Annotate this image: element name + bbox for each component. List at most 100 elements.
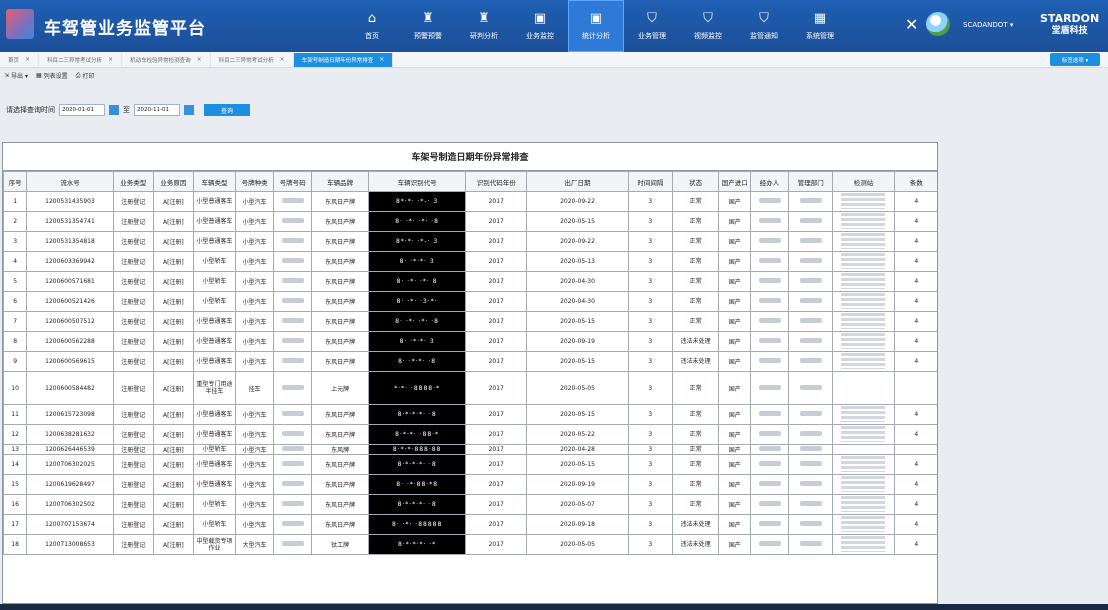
table-cell bbox=[832, 454, 895, 475]
redacted-value bbox=[799, 446, 822, 451]
nav-item-8[interactable]: ▦ 系统管理 bbox=[792, 0, 848, 52]
table-row[interactable]: 15 1200619628497 注册登记 A[注册] 小型普通客车 小型汽车 东风日产牌 8… bbox=[3, 474, 937, 495]
table-row[interactable]: 1 1200531435903 注册登记 A[注册] 小型普通客车 小型汽车 东风日产牌 8*… bbox=[3, 191, 937, 212]
column-header[interactable]: 序号 bbox=[3, 171, 28, 192]
tab-options-button[interactable]: 标签选项 ▾ bbox=[1050, 53, 1100, 66]
tab-close-icon[interactable]: × bbox=[280, 56, 285, 63]
export-icon: ⇲ bbox=[4, 72, 10, 79]
redacted-value bbox=[281, 358, 304, 363]
column-header[interactable]: 号牌种类 bbox=[235, 171, 275, 192]
table-cell: *·*· ·8888·* bbox=[368, 371, 467, 405]
nav-item-2[interactable]: ♜ 研判分析 bbox=[456, 0, 512, 52]
redacted-value bbox=[758, 278, 781, 283]
calendar-icon[interactable] bbox=[109, 105, 119, 115]
table-row[interactable]: 4 1200603369942 注册登记 A[注册] 小型轿车 小型汽车 东风日产牌 8· ·… bbox=[3, 251, 937, 272]
tab-4[interactable]: 车架号制造日期年份异常排查 × bbox=[293, 52, 394, 67]
redacted-value bbox=[799, 481, 822, 486]
table-cell: 东风日产牌 bbox=[311, 424, 370, 445]
tab-close-icon[interactable]: × bbox=[197, 56, 202, 63]
export-button[interactable]: ⇲ 导出 ▾ bbox=[4, 71, 28, 80]
tab-2[interactable]: 机动车检验异常检测查询 × bbox=[122, 52, 211, 67]
table-row[interactable]: 16 1200706302502 注册登记 A[注册] 小型轿车 小型汽车 东风日产牌 8·*… bbox=[3, 494, 937, 515]
table-cell: 国产 bbox=[718, 251, 752, 272]
close-icon[interactable]: ✕ bbox=[905, 15, 918, 34]
settings-icon: ▦ bbox=[35, 72, 42, 79]
column-header[interactable]: 号牌号码 bbox=[273, 171, 313, 192]
export-label: 导出 ▾ bbox=[11, 73, 28, 80]
table-row[interactable]: 11 1200615723098 注册登记 A[注册] 小型普通客车 小型汽车 东风日产牌 8… bbox=[3, 404, 937, 425]
table-cell: A[注册] bbox=[152, 454, 194, 475]
table-cell: 挂车 bbox=[235, 371, 275, 405]
table-row[interactable]: 17 1200707153674 注册登记 A[注册] 小型轿车 小型汽车 东风日产牌 8· … bbox=[3, 514, 937, 535]
column-header[interactable]: 车辆品牌 bbox=[311, 171, 370, 192]
tab-close-icon[interactable]: × bbox=[379, 56, 384, 63]
table-cell: 小型普通客车 bbox=[192, 231, 237, 252]
tab-0[interactable]: 首页 × bbox=[0, 52, 40, 67]
column-header[interactable]: 条数 bbox=[893, 171, 937, 192]
nav-item-0[interactable]: ⌂ 首页 bbox=[344, 0, 400, 52]
table-row[interactable]: 12 1200638281632 注册登记 A[注册] 小型普通客车 小型汽车 东风日产牌 8… bbox=[3, 424, 937, 445]
table-cell bbox=[788, 444, 834, 455]
table-cell bbox=[832, 514, 895, 535]
table-cell: 8·*·*·*· ·8 bbox=[368, 494, 467, 515]
tab-1[interactable]: 科目二三异常考试分析 × bbox=[39, 52, 123, 67]
table-cell bbox=[273, 404, 313, 425]
table-cell: 1200603369942 bbox=[26, 251, 114, 272]
tab-close-icon[interactable]: × bbox=[108, 56, 113, 63]
column-header[interactable]: 管理部门 bbox=[788, 171, 834, 192]
table-row[interactable]: 8 1200600562288 注册登记 A[注册] 小型普通客车 小型汽车 东风日产牌 8·… bbox=[3, 331, 937, 352]
nav-item-1[interactable]: ♜ 预警预警 bbox=[400, 0, 456, 52]
list-settings-button[interactable]: ▦ 列表设置 bbox=[36, 71, 68, 80]
table-header: 序号 流水号 业务类型 业务原因 车辆类型 号牌种类 号牌号码 车辆品牌 车辆识别代号 识别代码年… bbox=[3, 171, 937, 192]
tab-close-icon[interactable]: × bbox=[25, 56, 30, 63]
start-date-input[interactable]: 2020-01-01 bbox=[59, 104, 105, 116]
table-row[interactable]: 14 1200706302025 注册登记 A[注册] 小型普通客车 小型汽车 东风日产牌 8… bbox=[3, 454, 937, 475]
column-header[interactable]: 时间间隔 bbox=[627, 171, 673, 192]
table-cell bbox=[832, 311, 895, 332]
redacted-value bbox=[758, 338, 781, 343]
nav-item-5[interactable]: ⛉ 业务管理 bbox=[624, 0, 680, 52]
table-cell: 3 bbox=[627, 534, 673, 555]
tab-3[interactable]: 科目二三异常考试分析 × bbox=[211, 52, 294, 67]
column-header[interactable]: 国产进口 bbox=[718, 171, 752, 192]
column-header[interactable]: 状态 bbox=[671, 171, 720, 192]
column-header[interactable]: 识别代码年份 bbox=[465, 171, 528, 192]
nav-item-4[interactable]: ▣ 统计分析 bbox=[568, 0, 624, 52]
table-cell: A[注册] bbox=[152, 371, 194, 405]
nav-item-6[interactable]: ⛉ 视频监控 bbox=[680, 0, 736, 52]
column-header[interactable]: 业务类型 bbox=[112, 171, 154, 192]
table-row[interactable]: 18 1200713008653 注册登记 A[注册] 中型载货专项作业 大型汽车 钛工牌 8… bbox=[3, 534, 937, 555]
column-header[interactable]: 出厂日期 bbox=[526, 171, 629, 192]
table-cell: 小型汽车 bbox=[235, 231, 275, 252]
end-date-input[interactable]: 2020-11-01 bbox=[134, 104, 180, 116]
table-row[interactable]: 2 1200531354741 注册登记 A[注册] 小型普通客车 小型汽车 东风日产牌 8·… bbox=[3, 211, 937, 232]
column-header[interactable]: 业务原因 bbox=[152, 171, 194, 192]
column-header[interactable]: 车辆识别代号 bbox=[368, 171, 467, 192]
nav-item-7[interactable]: ⛉ 监管通知 bbox=[736, 0, 792, 52]
table-row[interactable]: 5 1200600571681 注册登记 A[注册] 小型轿车 小型汽车 东风日产牌 8· ·… bbox=[3, 271, 937, 292]
redacted-value bbox=[799, 278, 822, 283]
nav-item-3[interactable]: ▣ 业务监控 bbox=[512, 0, 568, 52]
table-row[interactable]: 3 1200531354818 注册登记 A[注册] 小型普通客车 小型汽车 东风日产牌 8*… bbox=[3, 231, 937, 252]
redacted-value bbox=[799, 318, 822, 323]
table-cell: 3 bbox=[627, 454, 673, 475]
table-cell: 3 bbox=[627, 271, 673, 292]
table-row[interactable]: 9 1200600569615 注册登记 A[注册] 小型普通客车 小型汽车 东风日产牌 8·… bbox=[3, 351, 937, 372]
table-cell: 违法未处理 bbox=[671, 331, 720, 352]
redacted-value bbox=[281, 318, 304, 323]
table-row[interactable]: 13 1200626446539 注册登记 A[注册] 小型轿车 小型汽车 东风牌 8·*·*… bbox=[3, 444, 937, 455]
print-button[interactable]: ⎙ 打印 bbox=[76, 71, 95, 81]
table-row[interactable]: 10 1200600584482 注册登记 A[注册] 重型专门用途半挂车 挂车 上元牌 *·… bbox=[3, 371, 937, 405]
calendar-icon[interactable] bbox=[184, 105, 194, 115]
column-header[interactable]: 经办人 bbox=[750, 171, 790, 192]
avatar[interactable] bbox=[926, 12, 950, 36]
query-button[interactable]: 查询 bbox=[204, 104, 250, 116]
table-row[interactable]: 6 1200600521426 注册登记 A[注册] 小型轿车 小型汽车 东风日产牌 8· ·… bbox=[3, 291, 937, 312]
table-row[interactable]: 7 1200600507512 注册登记 A[注册] 小型普通客车 小型汽车 东风日产牌 8·… bbox=[3, 311, 937, 332]
column-header[interactable]: 检测站 bbox=[832, 171, 895, 192]
column-header[interactable]: 流水号 bbox=[26, 171, 114, 192]
table-cell: 小型普通客车 bbox=[192, 424, 237, 445]
username-menu[interactable]: SCADANDOT ▾ bbox=[963, 21, 1013, 29]
redacted-value bbox=[281, 446, 304, 451]
column-header[interactable]: 车辆类型 bbox=[192, 171, 237, 192]
